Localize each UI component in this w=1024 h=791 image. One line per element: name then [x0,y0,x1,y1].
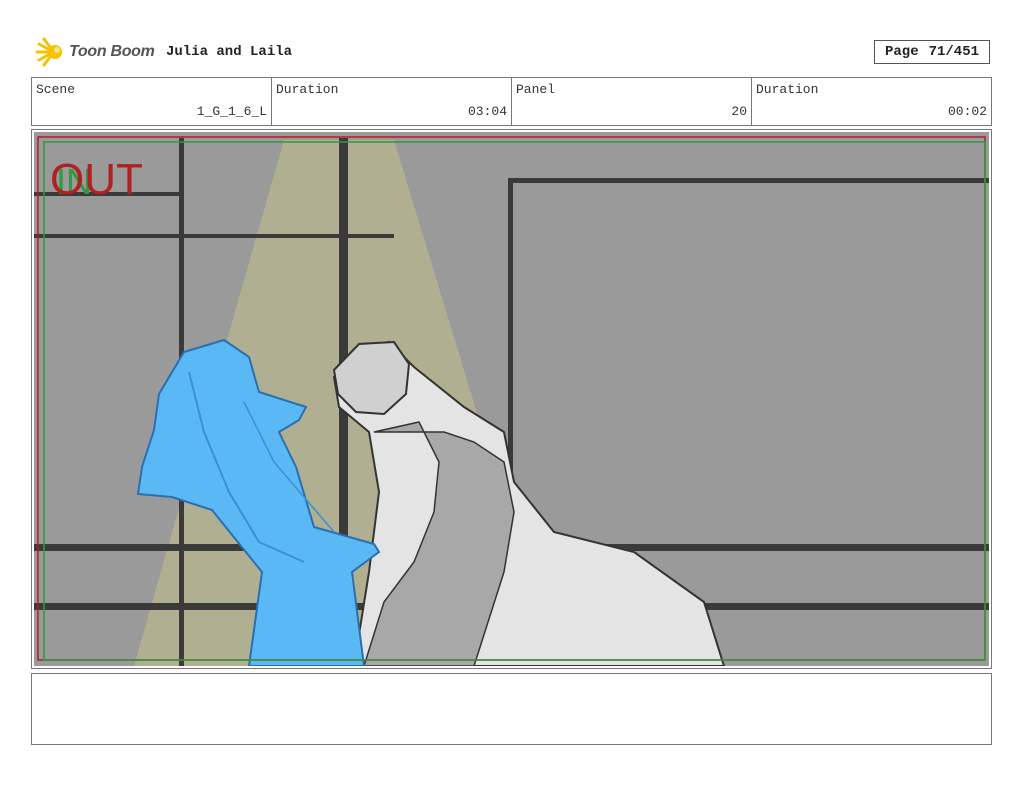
scene-duration-label: Duration [276,82,339,97]
panel-value: 20 [731,104,747,119]
panel-duration-label: Duration [756,82,819,97]
panel-artwork: IN OUT [34,132,989,666]
out-marker: OUT [50,155,143,204]
panel-duration-value: 00:02 [947,104,987,119]
starburst-icon [35,37,62,67]
scene-duration-value: 03:04 [467,104,507,119]
page-label: Page [884,44,919,60]
panel-cell: Panel 20 [512,78,752,125]
panel-duration-cell: Duration 00:02 [752,78,991,125]
brand-name: Toon Boom [69,43,155,60]
panel-info-row: Scene 1_G_1_6_L Duration 03:04 Panel 20 … [31,77,992,126]
project-title: Julia and Laila [166,44,293,60]
toon-boom-logo: Toon Boom [33,36,155,68]
scene-value: 1_G_1_6_L [196,104,267,119]
page-indicator: Page 71/451 [874,40,990,64]
page-number: 71/451 [928,44,980,60]
panel-notes [31,673,992,745]
panel-label: Panel [516,82,556,97]
scene-cell: Scene 1_G_1_6_L [32,78,272,125]
scene-duration-cell: Duration 03:04 [272,78,512,125]
scene-label: Scene [36,82,76,97]
storyboard-panel: IN OUT [31,129,992,669]
